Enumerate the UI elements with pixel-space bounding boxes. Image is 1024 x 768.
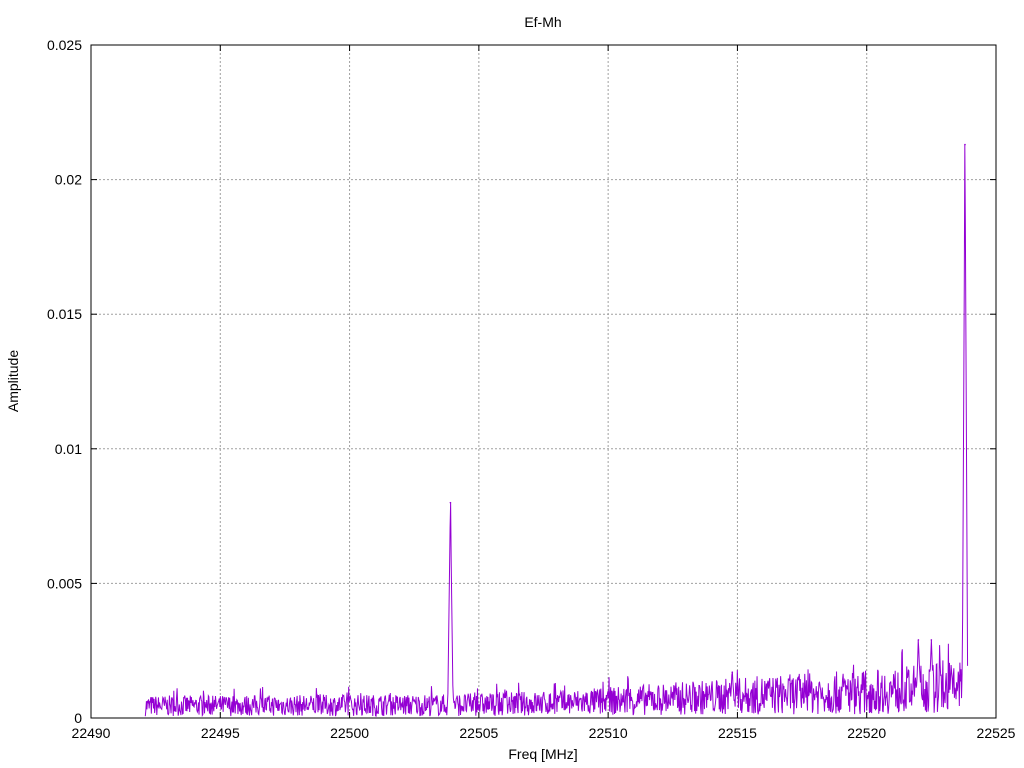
chart-title: Ef-Mh: [524, 14, 561, 30]
y-axis-label: Amplitude: [5, 350, 21, 412]
peak-point: [930, 639, 933, 641]
y-tick-label: 0.01: [55, 441, 82, 457]
plot-frame: [90, 44, 997, 719]
peak-point: [917, 639, 920, 641]
grid-layer: [91, 45, 996, 718]
y-tick-label: 0.015: [47, 306, 82, 322]
x-tick-label: 22495: [201, 725, 240, 741]
peak-point: [964, 143, 966, 146]
peak-point: [731, 671, 734, 674]
x-tick-label: 22515: [718, 725, 757, 741]
peak-point: [449, 501, 452, 504]
chart: 22490 22495 22500 22505 22510 22515 22520 22525…: [5, 14, 1016, 762]
x-axis-label: Freq [MHz]: [508, 746, 577, 762]
x-tick-label: 22490: [72, 725, 111, 741]
series-layer: [144, 143, 969, 718]
y-tick-label: 0.02: [55, 172, 82, 188]
y-tick-label: 0.005: [47, 575, 82, 591]
x-tick-label: 22510: [589, 725, 628, 741]
x-tick-label: 22525: [977, 725, 1016, 741]
y-tick-label: 0: [74, 710, 82, 726]
x-tick-label: 22500: [330, 725, 369, 741]
ticks-layer: 22490 22495 22500 22505 22510 22515 22520 22525…: [47, 37, 1016, 741]
x-tick-label: 22520: [847, 725, 886, 741]
x-tick-label: 22505: [459, 725, 498, 741]
y-tick-label: 0.025: [47, 37, 82, 53]
series-line: [144, 144, 969, 718]
